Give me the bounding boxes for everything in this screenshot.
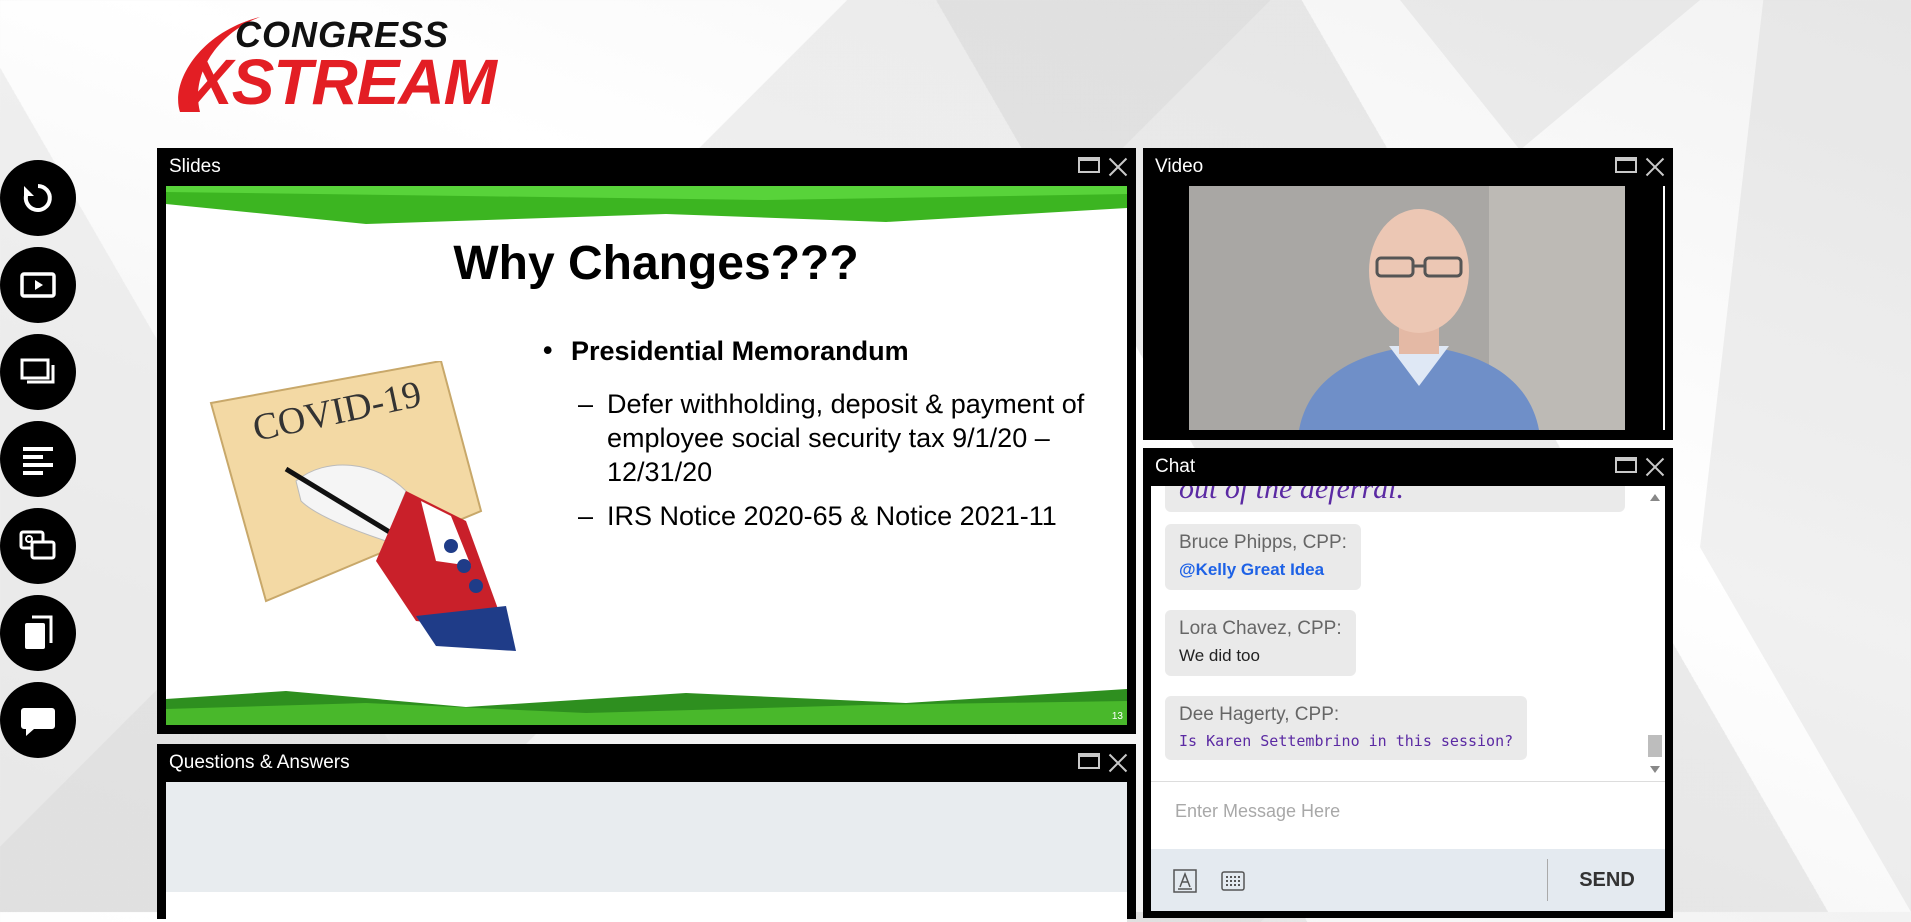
video-player[interactable] xyxy=(1189,186,1625,430)
chat-panel-title: Chat xyxy=(1155,456,1196,477)
chat-message-input[interactable] xyxy=(1173,800,1647,823)
chat-message: Lora Chavez, CPP: We did too xyxy=(1165,610,1356,676)
text-format-icon[interactable] xyxy=(1173,869,1197,893)
play-screen-icon xyxy=(20,272,56,298)
chat-panel: Chat out of the deferral. Bruce Phipps, … xyxy=(1143,448,1673,918)
scrollbar-thumb[interactable] xyxy=(1648,735,1662,757)
chat-message: Bruce Phipps, CPP: @Kelly Great Idea xyxy=(1165,524,1361,590)
chat-search-icon xyxy=(19,530,56,560)
transcript-button[interactable] xyxy=(0,421,76,497)
maximize-icon[interactable] xyxy=(1615,157,1637,173)
slide-bullet: Presidential Memorandum xyxy=(543,335,1113,367)
slides-stack-icon xyxy=(20,358,55,384)
chat-message-text[interactable]: @Kelly Great Idea xyxy=(1179,560,1347,580)
slide-page-number: 13 xyxy=(1111,711,1123,722)
video-panel-header: Video xyxy=(1143,148,1673,186)
slides-button[interactable] xyxy=(0,334,76,410)
chat-message-text: We did too xyxy=(1179,646,1260,665)
slide-canvas: Why Changes??? Presidential Memorandum D… xyxy=(166,186,1127,725)
left-toolbar xyxy=(0,160,76,769)
video-edge xyxy=(1663,186,1665,430)
slides-panel-title: Slides xyxy=(169,156,221,177)
maximize-icon[interactable] xyxy=(1078,753,1100,769)
slide-bottom-banner xyxy=(166,689,1127,725)
close-icon[interactable] xyxy=(1108,753,1128,773)
chat-message-partial: out of the deferral. xyxy=(1165,486,1625,512)
chat-panel-header: Chat xyxy=(1143,448,1673,486)
chat-message-author: Bruce Phipps, CPP: xyxy=(1179,532,1347,553)
chat-message: Dee Hagerty, CPP: Is Karen Settembrino i… xyxy=(1165,696,1528,760)
slide-sub-bullet: Defer withholding, deposit & payment of … xyxy=(543,387,1113,489)
chat-message-list[interactable]: out of the deferral. Bruce Phipps, CPP: … xyxy=(1151,486,1665,781)
close-icon[interactable] xyxy=(1645,457,1665,477)
qa-panel-title: Questions & Answers xyxy=(169,752,350,773)
toolbar-divider xyxy=(1547,859,1548,901)
congress-xstream-logo: CONGRESS XSTREAM xyxy=(160,12,497,122)
emoji-grid-icon[interactable] xyxy=(1221,869,1245,893)
video-button[interactable] xyxy=(0,247,76,323)
slide-top-banner xyxy=(166,186,1127,224)
slides-panel-header: Slides xyxy=(157,148,1136,186)
chat-input-area xyxy=(1151,781,1665,850)
background-shape xyxy=(1400,0,1700,150)
qa-input-area[interactable] xyxy=(166,892,1127,922)
logo-text-xstream: XSTREAM xyxy=(190,46,497,118)
chat-message-text: Is Karen Settembrino in this session? xyxy=(1179,732,1514,750)
chat-message-author: Lora Chavez, CPP: xyxy=(1179,618,1342,639)
maximize-icon[interactable] xyxy=(1078,157,1100,173)
chat-message-text: out of the deferral. xyxy=(1179,486,1404,505)
chat-toolbar: SEND xyxy=(1151,849,1665,911)
close-icon[interactable] xyxy=(1108,157,1128,177)
refresh-button[interactable] xyxy=(0,160,76,236)
qa-panel-header: Questions & Answers xyxy=(157,744,1136,782)
chat-button[interactable] xyxy=(0,682,76,758)
scroll-down-icon[interactable] xyxy=(1650,766,1660,773)
covid-document-image: COVID-19 xyxy=(209,361,516,651)
maximize-icon[interactable] xyxy=(1615,457,1637,473)
send-button[interactable]: SEND xyxy=(1549,849,1665,911)
chat-scrollbar[interactable] xyxy=(1645,486,1665,781)
documents-button[interactable] xyxy=(0,595,76,671)
speech-bubble-icon xyxy=(21,708,55,736)
close-icon[interactable] xyxy=(1645,157,1665,177)
documents-icon xyxy=(25,615,53,649)
background-shape xyxy=(1700,0,1911,912)
refresh-icon xyxy=(23,184,52,212)
slide-sub-bullet: IRS Notice 2020-65 & Notice 2021-11 xyxy=(543,499,1113,533)
chat-message-author: Dee Hagerty, CPP: xyxy=(1179,704,1340,725)
slides-panel: Slides Why Changes??? Presidential Memor… xyxy=(157,148,1136,734)
scroll-up-icon[interactable] xyxy=(1650,494,1660,501)
qa-button[interactable] xyxy=(0,508,76,584)
slide-bullets: Presidential Memorandum Defer withholdin… xyxy=(543,335,1113,543)
video-panel: Video xyxy=(1143,148,1673,440)
qa-content-area[interactable] xyxy=(166,782,1127,892)
speaker-video-image xyxy=(1189,186,1625,430)
slide-heading: Why Changes??? xyxy=(453,237,859,290)
video-panel-title: Video xyxy=(1155,156,1204,177)
text-align-icon xyxy=(23,447,53,475)
qa-panel: Questions & Answers xyxy=(157,744,1136,922)
